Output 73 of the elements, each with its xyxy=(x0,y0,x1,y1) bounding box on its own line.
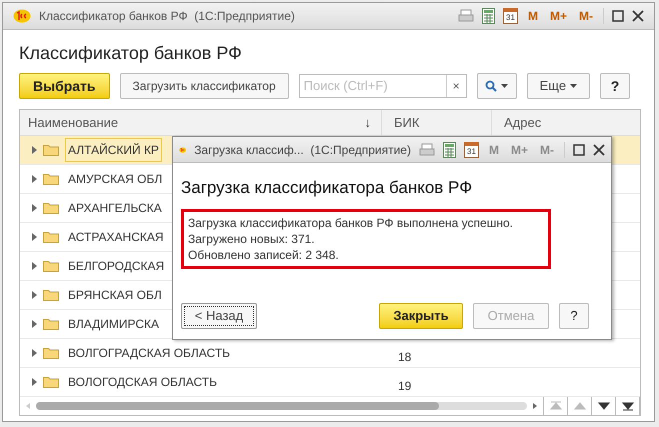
column-header[interactable]: Адрес xyxy=(492,110,640,135)
calculator-icon[interactable] xyxy=(482,8,495,24)
expand-arrow-icon[interactable] xyxy=(32,262,37,270)
arrow-down-icon xyxy=(622,401,634,411)
maximize-icon[interactable] xyxy=(612,10,624,22)
search-icon xyxy=(485,80,498,92)
load-classifier-button[interactable]: Загрузить классификатор xyxy=(120,73,289,99)
calculator-icon[interactable] xyxy=(442,142,456,158)
table-cell: 18 xyxy=(398,350,412,364)
column-label: Наименование xyxy=(28,114,118,132)
close-icon[interactable] xyxy=(593,144,605,156)
print-icon[interactable] xyxy=(458,9,474,23)
message-line: Обновлено записей: 2 348. xyxy=(188,246,340,262)
print-icon[interactable] xyxy=(418,142,435,156)
calendar-icon[interactable]: 31 xyxy=(464,142,479,158)
table-cell-text: ВЛАДИМИРСКА xyxy=(67,316,160,333)
expand-arrow-icon[interactable] xyxy=(32,320,37,328)
table-cell-text: БЕЛГОРОДСКАЯ xyxy=(67,258,166,275)
column-header[interactable]: БИК xyxy=(382,110,492,135)
table-cell-text: АМУРСКАЯ ОБЛ xyxy=(67,171,164,188)
close-button[interactable]: Закрыть xyxy=(379,303,463,329)
dialog-heading: Загрузка классификатора банков РФ xyxy=(181,177,474,199)
help-button[interactable]: ? xyxy=(600,73,630,99)
search-button[interactable] xyxy=(476,73,517,99)
expand-arrow-icon[interactable] xyxy=(32,146,37,154)
folder-icon xyxy=(43,144,59,156)
back-button[interactable]: < Назад xyxy=(181,303,257,329)
close-icon[interactable] xyxy=(632,10,644,22)
expand-arrow-icon[interactable] xyxy=(32,204,37,212)
select-button[interactable]: Выбрать xyxy=(19,73,110,99)
column-header[interactable]: Наименование ↓ xyxy=(20,110,382,135)
more-button[interactable]: Еще xyxy=(526,73,590,99)
folder-icon xyxy=(43,376,59,388)
help-button[interactable]: ? xyxy=(559,303,589,329)
app-logo-icon xyxy=(13,9,31,23)
dialog-title: Загрузка классиф... (1С:Предприятие) xyxy=(194,142,411,158)
caret-icon xyxy=(570,84,578,88)
table-cell-text: БРЯНСКАЯ ОБЛ xyxy=(67,287,163,304)
calendar-icon[interactable]: 31 xyxy=(502,8,518,24)
expand-arrow-icon[interactable] xyxy=(32,233,37,241)
folder-icon xyxy=(43,231,59,243)
folder-icon xyxy=(43,202,59,214)
table-cell: АЛТАЙСКИЙ КР xyxy=(65,138,162,162)
message-line: Загружено новых: 371. xyxy=(188,230,316,246)
folder-icon xyxy=(43,289,59,301)
memory-button[interactable]: M xyxy=(526,7,540,25)
expand-arrow-icon[interactable] xyxy=(32,291,37,299)
table-cell-text: ВОЛОГОДСКАЯ ОБЛАСТЬ xyxy=(67,374,218,391)
maximize-icon[interactable] xyxy=(573,144,585,156)
memory-button[interactable]: M- xyxy=(577,7,595,25)
search-field[interactable]: Поиск (Ctrl+F) × xyxy=(298,74,467,98)
folder-icon xyxy=(43,347,59,359)
arrow-up-icon xyxy=(574,401,586,411)
expand-arrow-icon[interactable] xyxy=(32,175,37,183)
scroll-right-icon[interactable] xyxy=(533,403,537,409)
message-line: Загрузка классификатора банков РФ выполнена успешно. xyxy=(188,214,514,230)
folder-icon xyxy=(43,260,59,272)
expand-arrow-icon[interactable] xyxy=(32,378,37,386)
clear-button[interactable]: × xyxy=(446,75,466,97)
table-cell-text: АСТРАХАНСКАЯ xyxy=(67,229,165,246)
table-cell: 19 xyxy=(398,379,412,393)
table-cell-text: ВОЛГОГРАДСКАЯ ОБЛАСТЬ xyxy=(67,345,232,362)
window-title: Классификатор банков РФ (1С:Предприятие) xyxy=(39,8,296,25)
sort-indicator: ↓ xyxy=(364,114,371,132)
expand-arrow-icon[interactable] xyxy=(32,349,37,357)
form-heading: Классификатор банков РФ xyxy=(19,42,243,65)
table-cell-text: АРХАНГЕЛЬСКА xyxy=(67,200,163,217)
arrow-up-icon xyxy=(550,401,562,411)
caret-icon xyxy=(501,84,508,88)
folder-icon xyxy=(43,318,59,330)
arrow-down-icon xyxy=(598,401,610,411)
folder-icon xyxy=(43,173,59,185)
memory-button[interactable]: M+ xyxy=(548,7,569,25)
